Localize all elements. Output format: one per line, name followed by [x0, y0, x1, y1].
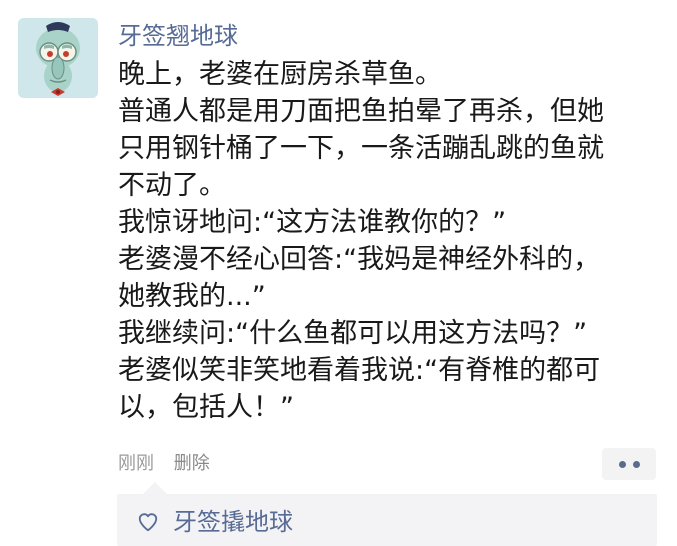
moment-post: 牙签翘地球 晚上，老婆在厨房杀草鱼。 普通人都是用刀面把鱼拍晕了再杀，但她 只用… — [0, 0, 677, 546]
more-dot-icon — [632, 460, 640, 468]
post-paragraph: 我继续问:“什么鱼都可以用这方法吗？” — [118, 318, 588, 349]
post-paragraph: 老婆漫不经心回答:“我妈是神经外科的， 她教我的...” — [118, 244, 601, 312]
more-dot-icon — [618, 460, 626, 468]
post-content: 晚上，老婆在厨房杀草鱼。 普通人都是用刀面把鱼拍晕了再杀，但她 只用钢针桶了一下… — [118, 56, 658, 426]
squidward-avatar-icon — [18, 18, 98, 98]
more-actions-button[interactable] — [602, 448, 656, 480]
post-paragraph: 老婆似笑非笑地看着我说:“有脊椎的都可 以，包括人！” — [118, 355, 601, 423]
post-meta: 刚刚 删除 — [118, 452, 210, 476]
avatar[interactable] — [18, 18, 98, 98]
delete-button[interactable]: 删除 — [174, 452, 210, 476]
post-paragraph: 我惊讶地问:“这方法谁教你的？” — [118, 207, 507, 238]
post-timestamp: 刚刚 — [118, 453, 154, 474]
like-user-name[interactable]: 牙签撬地球 — [173, 506, 293, 538]
likes-box: 牙签撬地球 — [117, 482, 657, 546]
post-paragraph: 晚上，老婆在厨房杀草鱼。 — [118, 59, 442, 90]
post-paragraph: 普通人都是用刀面把鱼拍晕了再杀，但她 只用钢针桶了一下，一条活蹦乱跳的鱼就 不动… — [118, 96, 604, 201]
heart-outline-icon — [138, 513, 158, 532]
post-author-name[interactable]: 牙签翘地球 — [118, 20, 238, 52]
